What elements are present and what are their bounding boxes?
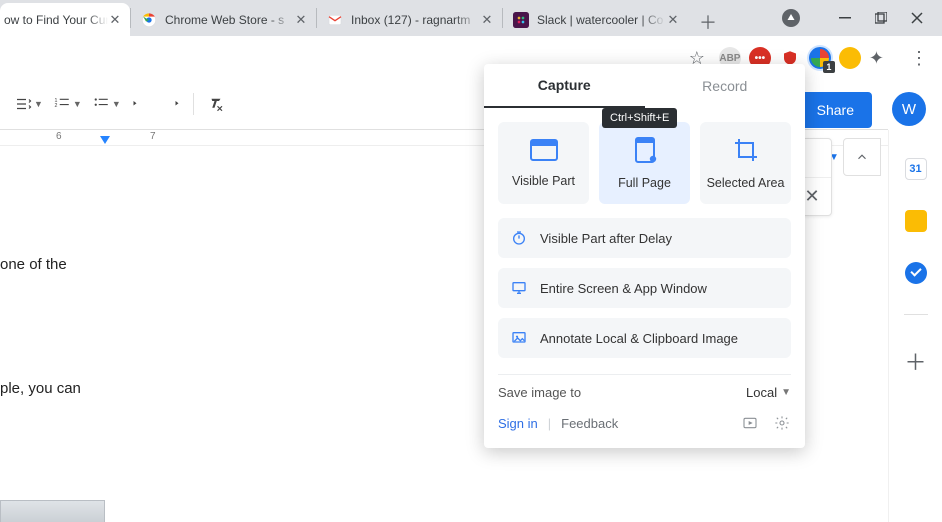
page-icon (633, 137, 657, 166)
close-icon[interactable]: ✕ (108, 13, 122, 27)
save-image-label: Save image to (498, 385, 581, 400)
tasks-icon[interactable] (905, 262, 927, 284)
footer-separator: | (548, 416, 551, 431)
sign-in-link[interactable]: Sign in (498, 416, 538, 431)
minimize-icon[interactable] (838, 11, 852, 25)
sidepanel-separator (904, 314, 928, 315)
outdent-button[interactable] (127, 90, 155, 118)
window-controls (782, 0, 938, 36)
save-image-target[interactable]: Local ▼ (746, 385, 791, 400)
extension-icon[interactable] (839, 47, 861, 69)
new-tab-button[interactable]: ＋ (694, 8, 722, 36)
avatar[interactable]: W (892, 92, 926, 126)
item-label: Entire Screen & App Window (540, 281, 707, 296)
keep-icon[interactable] (905, 210, 927, 232)
window-icon (530, 139, 558, 164)
capture-selected-area[interactable]: Selected Area (700, 122, 791, 204)
timer-icon (510, 230, 528, 246)
capture-list: Visible Part after Delay Entire Screen &… (484, 214, 805, 360)
document-text: one of the (0, 256, 67, 273)
tab-record[interactable]: Record (645, 64, 806, 108)
calendar-icon[interactable]: 31 (905, 158, 927, 180)
toolbar-separator (193, 93, 194, 115)
browser-tabstrip: ow to Find Your Current ✕ Chrome Web Sto… (0, 0, 942, 36)
ruler-number: 7 (150, 131, 156, 142)
browser-tab[interactable]: Inbox (127) - ragnartm ✕ (317, 3, 502, 36)
close-icon[interactable]: ✕ (294, 13, 308, 27)
extension-badge: 1 (823, 61, 835, 73)
extensions-menu-icon[interactable]: ✦ (869, 48, 884, 69)
close-icon: ✕ (804, 186, 819, 207)
popup-separator (498, 374, 791, 375)
share-label: Share (817, 102, 854, 118)
slack-icon (513, 12, 529, 28)
shortcut-tooltip: Ctrl+Shift+E (602, 108, 677, 128)
nimbus-extension-icon[interactable]: 1 (809, 47, 831, 69)
capture-visible-delay[interactable]: Visible Part after Delay (498, 218, 791, 258)
side-panel: 31 ＋ (888, 130, 942, 522)
svg-text:2: 2 (54, 103, 57, 109)
capture-entire-screen[interactable]: Entire Screen & App Window (498, 268, 791, 308)
browser-tab[interactable]: Chrome Web Store - s ✕ (131, 3, 316, 36)
capture-visible-part[interactable]: Visible Part (498, 122, 589, 204)
save-image-row: Save image to Local ▼ (484, 385, 805, 400)
video-library-icon[interactable] (741, 414, 759, 432)
browser-tab[interactable]: ow to Find Your Current ✕ (0, 3, 130, 36)
capture-annotate-image[interactable]: Annotate Local & Clipboard Image (498, 318, 791, 358)
tab-label: Inbox (127) - ragnartm (351, 13, 480, 27)
nimbus-popup: Capture Record Ctrl+Shift+E Visible Part… (484, 64, 805, 448)
close-icon[interactable]: ✕ (480, 13, 494, 27)
line-spacing-button[interactable]: ▼ (10, 90, 47, 118)
card-label: Visible Part (512, 174, 575, 188)
chrome-store-icon (141, 12, 157, 28)
document-text: ple, you can (0, 380, 81, 397)
popup-tabs: Capture Record (484, 64, 805, 108)
tab-label: ow to Find Your Current (4, 13, 108, 27)
browser-tab[interactable]: Slack | watercooler | Co ✕ (503, 3, 688, 36)
chevron-down-icon: ▼ (781, 387, 791, 398)
image-icon (510, 330, 528, 346)
taskbar-preview[interactable] (0, 500, 105, 522)
ruler-number: 6 (56, 131, 62, 142)
tab-label: Slack | watercooler | Co (537, 13, 666, 27)
feedback-link[interactable]: Feedback (561, 416, 618, 431)
item-label: Annotate Local & Clipboard Image (540, 331, 738, 346)
capture-full-page[interactable]: Full Page (599, 122, 690, 204)
indent-button[interactable] (157, 90, 185, 118)
gmail-icon (327, 12, 343, 28)
collapse-toolbar-button[interactable] (843, 138, 881, 176)
indent-marker-icon[interactable] (100, 136, 110, 144)
item-label: Visible Part after Delay (540, 231, 672, 246)
tab-label: Chrome Web Store - s (165, 13, 294, 27)
browser-menu-icon[interactable]: ⋮ (910, 48, 928, 69)
card-label: Full Page (618, 176, 671, 190)
window-close-icon[interactable] (910, 11, 924, 25)
card-label: Selected Area (707, 176, 785, 190)
crop-icon (733, 137, 759, 166)
maximize-icon[interactable] (874, 11, 888, 25)
popup-footer: Sign in | Feedback (484, 400, 805, 448)
profile-icon[interactable] (782, 9, 800, 27)
clear-formatting-button[interactable] (202, 90, 230, 118)
numbered-list-button[interactable]: 12▼ (49, 90, 86, 118)
settings-icon[interactable] (773, 414, 791, 432)
close-icon[interactable]: ✕ (666, 13, 680, 27)
avatar-initial: W (902, 101, 916, 118)
bulleted-list-button[interactable]: ▼ (88, 90, 125, 118)
monitor-icon (510, 280, 528, 296)
tab-capture[interactable]: Capture (484, 64, 645, 108)
page-margin (0, 150, 210, 522)
add-addon-button[interactable]: ＋ (904, 345, 926, 377)
